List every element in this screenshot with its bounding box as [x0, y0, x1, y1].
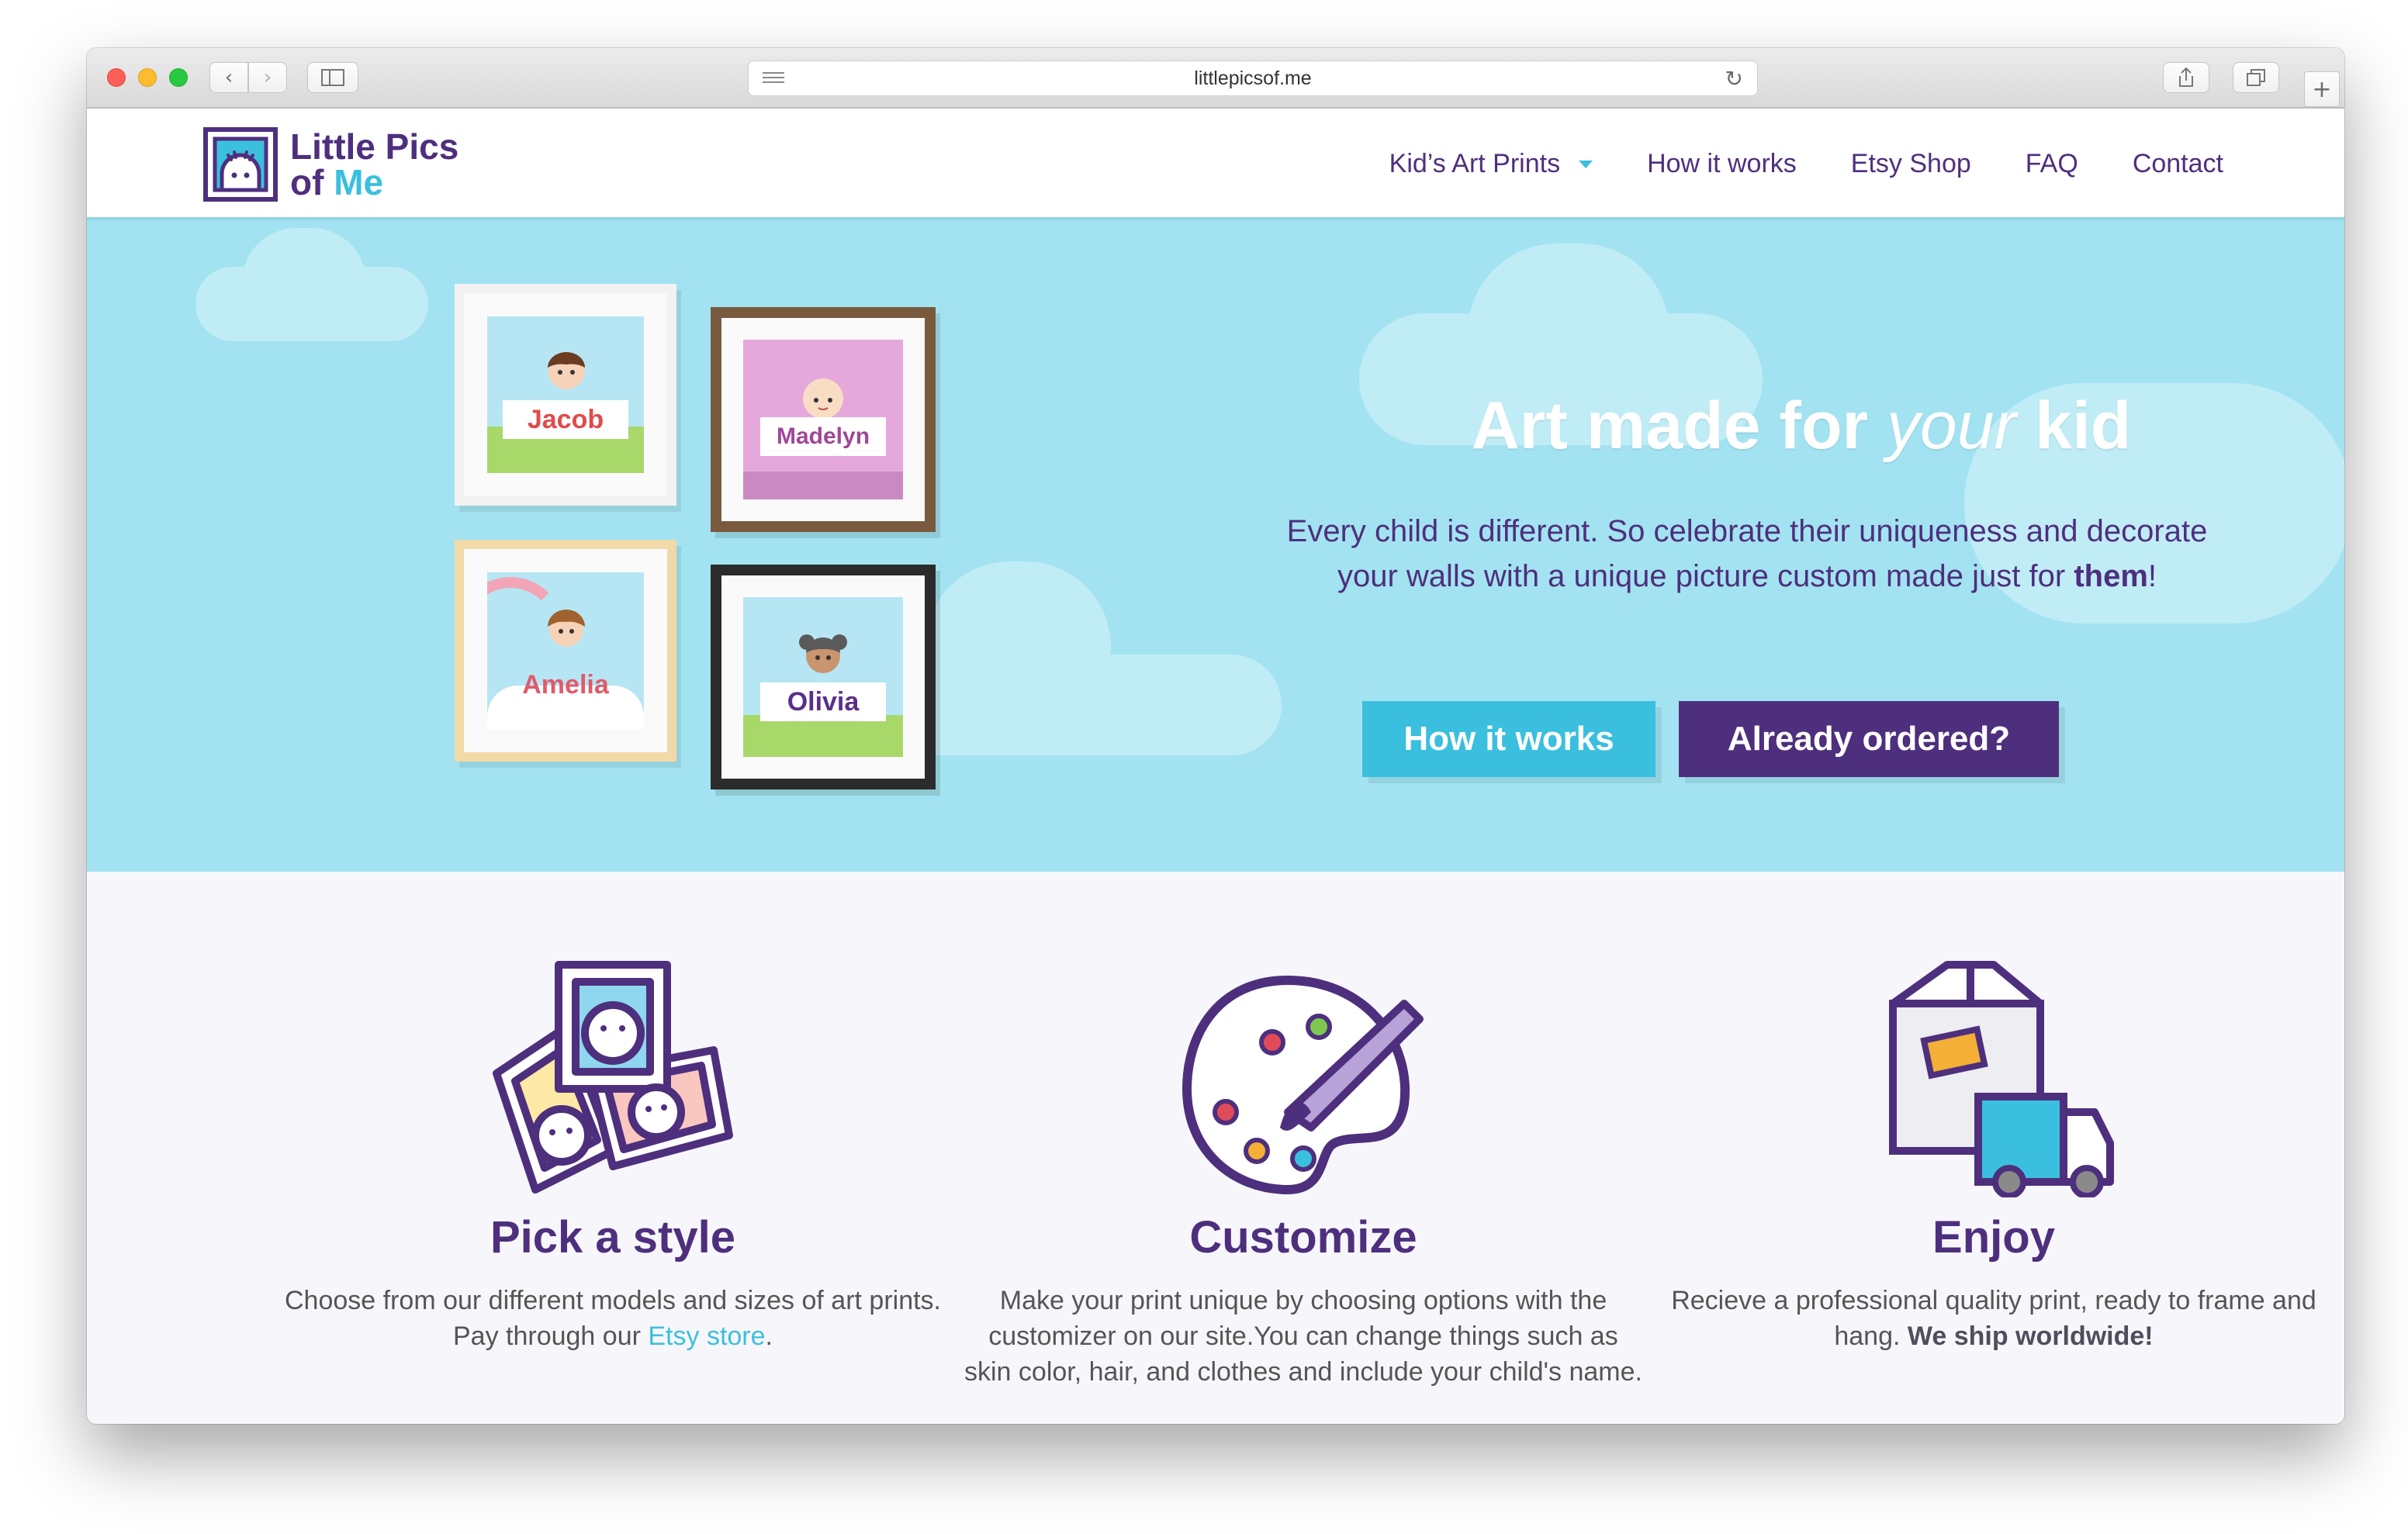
etsy-store-link[interactable]: Etsy store — [648, 1322, 765, 1351]
feature-text-end: . — [765, 1322, 773, 1351]
art-frame-madelyn: Madelyn — [711, 307, 936, 532]
nav-faq[interactable]: FAQ — [2026, 149, 2078, 179]
feature-text: Choose from our different models and siz… — [285, 1286, 941, 1351]
site-logo[interactable]: Little Pics of Me — [203, 127, 458, 202]
share-icon — [2179, 67, 2193, 87]
share-button[interactable] — [2163, 62, 2209, 93]
url-text: littlepicsof.me — [1194, 67, 1312, 89]
logo-frame-icon — [203, 127, 278, 202]
site-header: Little Pics of Me Kid’s Art Prints How i… — [87, 109, 2344, 220]
logo-text: Little Pics of Me — [290, 129, 458, 200]
delivery-truck-icon — [1889, 961, 2114, 1197]
hero-subtitle-end: ! — [2147, 559, 2157, 593]
child-illustration — [548, 352, 585, 389]
zoom-window-button[interactable] — [169, 68, 188, 87]
logo-of: of — [290, 162, 324, 202]
feature-description: Choose from our different models and siz… — [272, 1283, 954, 1354]
close-window-button[interactable] — [107, 68, 126, 87]
features-section: Pick a style Choose from our different m… — [87, 872, 2344, 1424]
sidebar-icon — [321, 69, 344, 86]
logo-line1: Little Pics — [290, 126, 459, 167]
frames-icon — [493, 961, 733, 1194]
frame-name-card: Olivia — [760, 682, 886, 721]
minimize-window-button[interactable] — [138, 68, 157, 87]
tabs-icon — [2247, 69, 2265, 86]
frame-name-card: Amelia — [522, 670, 609, 700]
art-frame-amelia: Amelia — [455, 540, 676, 762]
cloud-decoration — [242, 228, 366, 337]
sidebar-toggle-button[interactable] — [307, 62, 358, 93]
feature-strong-text: We ship worldwide! — [1907, 1322, 2154, 1351]
already-ordered-button[interactable]: Already ordered? — [1679, 701, 2059, 777]
paint-palette-icon — [1182, 976, 1424, 1194]
forward-button[interactable]: › — [248, 62, 287, 93]
feature-title: Pick a style — [490, 1212, 735, 1263]
baby-illustration — [803, 378, 843, 419]
hero-subtitle: Every child is different. So celebrate t… — [1266, 509, 2228, 599]
nav-how-it-works[interactable]: How it works — [1647, 149, 1797, 179]
child-illustration — [548, 610, 585, 647]
hero-title-part1: Art made for — [1471, 389, 1887, 463]
show-tabs-button[interactable] — [2233, 62, 2279, 93]
back-button[interactable]: ‹ — [209, 62, 248, 93]
hero-subtitle-strong: them — [2074, 559, 2148, 593]
feature-description: Make your print unique by choosing optio… — [964, 1286, 1642, 1387]
nav-kids-art-prints[interactable]: Kid’s Art Prints — [1389, 149, 1593, 179]
reload-icon[interactable]: ↻ — [1725, 66, 1743, 92]
art-frame-olivia: Olivia — [711, 565, 936, 789]
nav-etsy-shop[interactable]: Etsy Shop — [1851, 149, 1971, 179]
hero-title-emphasis: your — [1886, 389, 2017, 463]
feature-title: Customize — [1189, 1212, 1417, 1263]
frame-name-card: Jacob — [503, 400, 628, 439]
hero-subtitle-main: Every child is different. So celebrate t… — [1286, 514, 2208, 593]
chevron-right-icon: › — [263, 66, 272, 89]
chevron-down-icon[interactable] — [1579, 160, 1593, 168]
hero-title-part2: kid — [2016, 389, 2132, 463]
cloud-decoration — [925, 561, 1111, 732]
frame-name-card: Madelyn — [760, 417, 886, 456]
art-frame-jacob: Jacob — [455, 284, 676, 506]
address-bar[interactable]: littlepicsof.me ↻ — [748, 60, 1758, 96]
new-tab-button[interactable]: + — [2304, 71, 2340, 107]
chevron-left-icon: ‹ — [224, 66, 234, 89]
plus-icon: + — [2312, 75, 2332, 103]
feature-title: Enjoy — [1932, 1212, 2055, 1263]
browser-window: ‹ › littlepicsof.me ↻ + Little Pics of M… — [87, 48, 2344, 1424]
reader-view-icon[interactable] — [763, 69, 784, 88]
main-navigation: Kid’s Art Prints How it works Etsy Shop … — [1389, 149, 2223, 179]
nav-contact[interactable]: Contact — [2133, 149, 2223, 179]
feature-description: Recieve a professional quality print, re… — [1652, 1283, 2335, 1354]
browser-toolbar: ‹ › littlepicsof.me ↻ + — [87, 48, 2344, 109]
hero-title: Art made for your kid — [1297, 388, 2306, 465]
hero-section: Jacob Madelyn Amelia Olivia Art made for… — [87, 220, 2344, 872]
logo-me: Me — [334, 162, 384, 202]
child-illustration — [799, 634, 847, 673]
how-it-works-button[interactable]: How it works — [1362, 701, 1656, 777]
nav-kids-art-prints-label: Kid’s Art Prints — [1389, 149, 1561, 178]
